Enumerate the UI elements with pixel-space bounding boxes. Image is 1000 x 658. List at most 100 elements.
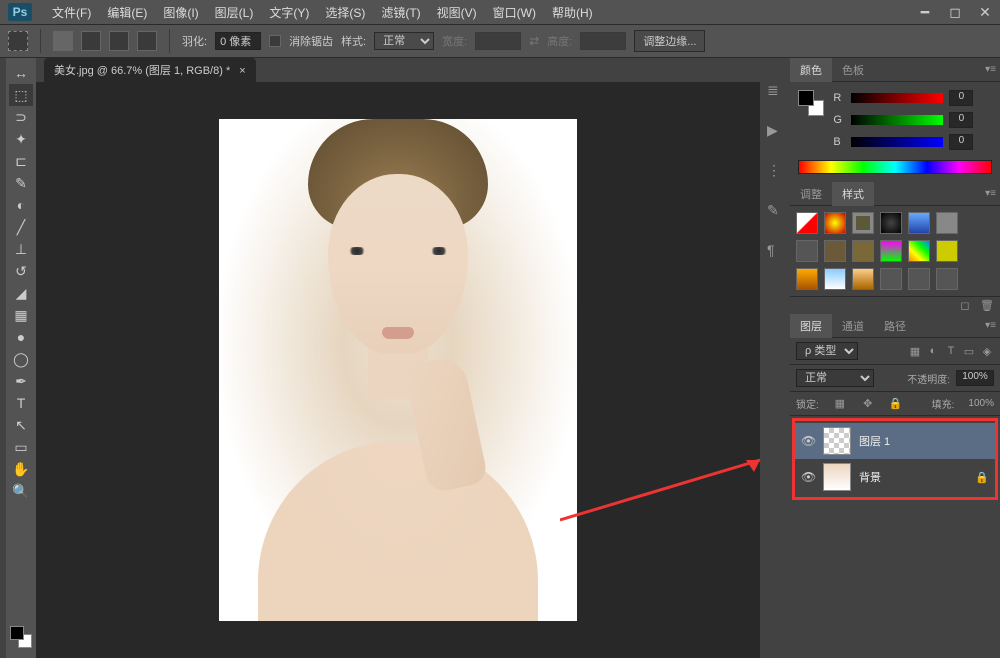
visibility-icon[interactable]: 👁 <box>801 470 815 484</box>
style-swatch[interactable] <box>908 212 930 234</box>
eraser-tool-icon[interactable]: ◢ <box>9 282 33 304</box>
filter-adjustment-icon[interactable]: ◐ <box>926 344 940 358</box>
style-swatch[interactable] <box>908 268 930 290</box>
filter-shape-icon[interactable]: ▭ <box>962 344 976 358</box>
menu-view[interactable]: 视图(V) <box>429 1 485 24</box>
play-dock-icon[interactable]: ▶ <box>767 122 783 138</box>
style-swatch[interactable] <box>824 268 846 290</box>
slider-g[interactable] <box>851 115 943 125</box>
tab-styles[interactable]: 样式 <box>832 182 874 206</box>
healing-brush-tool-icon[interactable]: ◐ <box>9 194 33 216</box>
filter-pixel-icon[interactable]: ▦ <box>908 344 922 358</box>
style-swatch[interactable] <box>796 240 818 262</box>
pen-tool-icon[interactable]: ✒ <box>9 370 33 392</box>
minimize-button[interactable]: ━ <box>910 2 940 22</box>
menu-layer[interactable]: 图层(L) <box>207 1 262 24</box>
dodge-tool-icon[interactable]: ◯ <box>9 348 33 370</box>
slider-r[interactable] <box>851 93 943 103</box>
brush-tool-icon[interactable]: ╱ <box>9 216 33 238</box>
style-swatch[interactable] <box>796 212 818 234</box>
feather-input[interactable] <box>215 32 261 50</box>
eyedropper-tool-icon[interactable]: ✎ <box>9 172 33 194</box>
foreground-background-swatch[interactable] <box>10 626 32 648</box>
menu-file[interactable]: 文件(F) <box>44 1 99 24</box>
close-tab-icon[interactable]: × <box>239 65 245 77</box>
menu-window[interactable]: 窗口(W) <box>485 1 544 24</box>
menu-image[interactable]: 图像(I) <box>155 1 206 24</box>
refine-edge-button[interactable]: 调整边缘... <box>634 30 705 52</box>
tab-adjustments[interactable]: 调整 <box>790 182 832 206</box>
delete-style-icon[interactable]: 🗑 <box>980 299 994 313</box>
lock-position-icon[interactable]: ✥ <box>861 397 875 411</box>
style-swatch[interactable] <box>852 268 874 290</box>
menu-select[interactable]: 选择(S) <box>317 1 373 24</box>
tab-paths[interactable]: 路径 <box>874 314 916 338</box>
style-swatch[interactable] <box>908 240 930 262</box>
paragraph-dock-icon[interactable]: ¶ <box>767 242 783 258</box>
layer-thumbnail[interactable] <box>823 427 851 455</box>
layer-item[interactable]: 👁 图层 1 <box>795 423 995 459</box>
history-brush-tool-icon[interactable]: ↺ <box>9 260 33 282</box>
clone-stamp-tool-icon[interactable]: ⊥ <box>9 238 33 260</box>
add-selection-icon[interactable] <box>81 31 101 51</box>
style-swatch[interactable] <box>824 212 846 234</box>
color-swatch-pair[interactable] <box>798 90 824 116</box>
move-tool-icon[interactable]: ↔ <box>9 62 33 84</box>
styles-panel-menu-icon[interactable]: ▾≡ <box>985 188 996 199</box>
opacity-value[interactable]: 100% <box>956 370 994 386</box>
menu-filter[interactable]: 滤镜(T) <box>373 1 428 24</box>
new-style-icon[interactable]: ◻ <box>958 299 972 313</box>
style-swatch[interactable] <box>852 240 874 262</box>
style-swatch[interactable] <box>880 268 902 290</box>
filter-smart-icon[interactable]: ◈ <box>980 344 994 358</box>
blur-tool-icon[interactable]: ● <box>9 326 33 348</box>
canvas[interactable] <box>219 119 577 621</box>
crop-tool-icon[interactable]: ⊏ <box>9 150 33 172</box>
hand-tool-icon[interactable]: ✋ <box>9 458 33 480</box>
subtract-selection-icon[interactable] <box>109 31 129 51</box>
value-g[interactable]: 0 <box>949 112 973 128</box>
zoom-tool-icon[interactable]: 🔍 <box>9 480 33 502</box>
path-selection-tool-icon[interactable]: ↖ <box>9 414 33 436</box>
style-swatch[interactable] <box>880 240 902 262</box>
layers-panel-menu-icon[interactable]: ▾≡ <box>985 320 996 331</box>
history-dock-icon[interactable]: ≣ <box>767 82 783 98</box>
style-swatch[interactable] <box>936 212 958 234</box>
visibility-icon[interactable]: 👁 <box>801 434 815 448</box>
layer-thumbnail[interactable] <box>823 463 851 491</box>
style-swatch[interactable] <box>936 268 958 290</box>
new-selection-icon[interactable] <box>53 31 73 51</box>
maximize-button[interactable]: ◻ <box>940 2 970 22</box>
antialias-checkbox[interactable] <box>269 35 281 47</box>
document-tab[interactable]: 美女.jpg @ 66.7% (图层 1, RGB/8) * × <box>44 58 256 82</box>
layer-item[interactable]: 👁 背景 🔒 <box>795 459 995 495</box>
fill-value[interactable]: 100% <box>968 398 994 409</box>
gradient-tool-icon[interactable]: ▦ <box>9 304 33 326</box>
rectangle-tool-icon[interactable]: ▭ <box>9 436 33 458</box>
layer-name[interactable]: 背景 <box>859 469 881 485</box>
brush-settings-dock-icon[interactable]: ✎ <box>767 202 783 218</box>
tab-channels[interactable]: 通道 <box>832 314 874 338</box>
value-b[interactable]: 0 <box>949 134 973 150</box>
tool-preset-icon[interactable] <box>8 31 28 51</box>
tab-swatches[interactable]: 色板 <box>832 58 874 82</box>
style-swatch[interactable] <box>852 212 874 234</box>
filter-type-icon[interactable]: T <box>944 344 958 358</box>
style-select[interactable]: 正常 <box>374 32 434 50</box>
marquee-tool-icon[interactable]: ⬚ <box>9 84 33 106</box>
intersect-selection-icon[interactable] <box>137 31 157 51</box>
brushes-dock-icon[interactable]: ⋮ <box>767 162 783 178</box>
type-tool-icon[interactable]: T <box>9 392 33 414</box>
menu-edit[interactable]: 编辑(E) <box>99 1 155 24</box>
layer-kind-select[interactable]: ρ 类型 <box>796 342 858 360</box>
layer-name[interactable]: 图层 1 <box>859 433 890 449</box>
value-r[interactable]: 0 <box>949 90 973 106</box>
lock-pixels-icon[interactable]: ▦ <box>833 397 847 411</box>
spectrum-bar[interactable] <box>798 160 992 174</box>
lasso-tool-icon[interactable]: ⊃ <box>9 106 33 128</box>
style-swatch[interactable] <box>824 240 846 262</box>
blend-mode-select[interactable]: 正常 <box>796 369 874 387</box>
style-swatch[interactable] <box>880 212 902 234</box>
close-button[interactable]: ✕ <box>970 2 1000 22</box>
magic-wand-tool-icon[interactable]: ✦ <box>9 128 33 150</box>
